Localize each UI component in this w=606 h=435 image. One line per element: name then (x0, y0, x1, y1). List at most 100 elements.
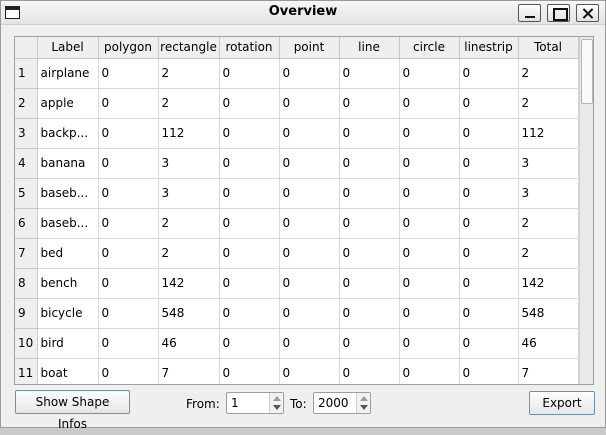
cell-rectangle[interactable]: 112 (158, 118, 220, 149)
cell-label[interactable]: boat (37, 358, 99, 384)
column-header[interactable]: Total (518, 37, 579, 59)
cell-point[interactable]: 0 (279, 298, 340, 329)
column-header[interactable]: line (339, 37, 400, 59)
cell-rotation[interactable]: 0 (219, 298, 280, 329)
cell-total[interactable]: 46 (518, 328, 579, 359)
row-number[interactable]: 2 (15, 88, 38, 119)
cell-linestrip[interactable]: 0 (459, 118, 519, 149)
cell-polygon[interactable]: 0 (98, 268, 159, 299)
cell-rectangle[interactable]: 2 (158, 208, 220, 239)
cell-total[interactable]: 3 (518, 148, 579, 179)
cell-linestrip[interactable]: 0 (459, 208, 519, 239)
table-row[interactable]: 10 bird 0 46 0 0 0 0 0 46 (15, 328, 579, 359)
cell-line[interactable]: 0 (339, 268, 400, 299)
column-header[interactable]: polygon (98, 37, 159, 59)
vertical-scrollbar[interactable] (579, 37, 593, 384)
cell-line[interactable]: 0 (339, 328, 400, 359)
cell-label[interactable]: baseb... (37, 208, 99, 239)
cell-label[interactable]: bird (37, 328, 99, 359)
row-number[interactable]: 6 (15, 208, 38, 239)
from-spin-arrows[interactable] (269, 393, 283, 413)
cell-point[interactable]: 0 (279, 178, 340, 209)
cell-line[interactable]: 0 (339, 88, 400, 119)
cell-label[interactable]: airplane (37, 58, 99, 89)
cell-polygon[interactable]: 0 (98, 88, 159, 119)
cell-point[interactable]: 0 (279, 88, 340, 119)
cell-circle[interactable]: 0 (399, 328, 460, 359)
cell-linestrip[interactable]: 0 (459, 88, 519, 119)
cell-linestrip[interactable]: 0 (459, 178, 519, 209)
cell-rotation[interactable]: 0 (219, 268, 280, 299)
column-header[interactable]: point (279, 37, 340, 59)
cell-label[interactable]: banana (37, 148, 99, 179)
cell-rectangle[interactable]: 46 (158, 328, 220, 359)
cell-polygon[interactable]: 0 (98, 358, 159, 384)
cell-point[interactable]: 0 (279, 118, 340, 149)
spin-up-icon[interactable] (273, 396, 281, 401)
cell-linestrip[interactable]: 0 (459, 238, 519, 269)
cell-rectangle[interactable]: 3 (158, 148, 220, 179)
to-spin-arrows[interactable] (356, 393, 370, 413)
cell-rotation[interactable]: 0 (219, 118, 280, 149)
table-row[interactable]: 4 banana 0 3 0 0 0 0 0 3 (15, 148, 579, 179)
cell-total[interactable]: 2 (518, 208, 579, 239)
cell-rectangle[interactable]: 548 (158, 298, 220, 329)
cell-point[interactable]: 0 (279, 208, 340, 239)
to-spinbox[interactable]: 2000 (313, 392, 371, 414)
table-row[interactable]: 6 baseb... 0 2 0 0 0 0 0 2 (15, 208, 579, 239)
cell-circle[interactable]: 0 (399, 208, 460, 239)
spin-up-icon[interactable] (360, 396, 368, 401)
table-row[interactable]: 5 baseb... 0 3 0 0 0 0 0 3 (15, 178, 579, 209)
cell-line[interactable]: 0 (339, 178, 400, 209)
from-spinbox[interactable]: 1 (226, 392, 284, 414)
cell-rectangle[interactable]: 142 (158, 268, 220, 299)
cell-rectangle[interactable]: 7 (158, 358, 220, 384)
cell-line[interactable]: 0 (339, 58, 400, 89)
column-header[interactable]: rotation (219, 37, 280, 59)
cell-total[interactable]: 142 (518, 268, 579, 299)
cell-total[interactable]: 2 (518, 58, 579, 89)
cell-line[interactable]: 0 (339, 238, 400, 269)
cell-line[interactable]: 0 (339, 148, 400, 179)
cell-linestrip[interactable]: 0 (459, 268, 519, 299)
cell-linestrip[interactable]: 0 (459, 358, 519, 384)
cell-point[interactable]: 0 (279, 268, 340, 299)
cell-polygon[interactable]: 0 (98, 298, 159, 329)
cell-label[interactable]: bed (37, 238, 99, 269)
table-row[interactable]: 9 bicycle 0 548 0 0 0 0 0 548 (15, 298, 579, 329)
row-number[interactable]: 1 (15, 58, 38, 89)
cell-circle[interactable]: 0 (399, 118, 460, 149)
table-row[interactable]: 1 airplane 0 2 0 0 0 0 0 2 (15, 58, 579, 89)
cell-polygon[interactable]: 0 (98, 148, 159, 179)
cell-polygon[interactable]: 0 (98, 238, 159, 269)
cell-line[interactable]: 0 (339, 118, 400, 149)
table-row[interactable]: 11 boat 0 7 0 0 0 0 0 7 (15, 358, 579, 384)
show-shape-infos-button[interactable]: Show Shape Infos (15, 390, 130, 431)
cell-point[interactable]: 0 (279, 328, 340, 359)
maximize-button[interactable] (547, 4, 570, 22)
row-number[interactable]: 10 (15, 328, 38, 359)
cell-rotation[interactable]: 0 (219, 328, 280, 359)
cell-polygon[interactable]: 0 (98, 178, 159, 209)
cell-rotation[interactable]: 0 (219, 358, 280, 384)
cell-linestrip[interactable]: 0 (459, 298, 519, 329)
scrollbar-thumb[interactable] (581, 39, 593, 104)
cell-rotation[interactable]: 0 (219, 88, 280, 119)
table-row[interactable]: 7 bed 0 2 0 0 0 0 0 2 (15, 238, 579, 269)
table-row[interactable]: 8 bench 0 142 0 0 0 0 0 142 (15, 268, 579, 299)
cell-circle[interactable]: 0 (399, 148, 460, 179)
cell-total[interactable]: 2 (518, 88, 579, 119)
cell-polygon[interactable]: 0 (98, 118, 159, 149)
cell-line[interactable]: 0 (339, 208, 400, 239)
cell-rectangle[interactable]: 2 (158, 58, 220, 89)
table-row[interactable]: 3 backp... 0 112 0 0 0 0 0 112 (15, 118, 579, 149)
row-number[interactable]: 8 (15, 268, 38, 299)
cell-circle[interactable]: 0 (399, 58, 460, 89)
minimize-button[interactable] (518, 4, 541, 22)
cell-rectangle[interactable]: 3 (158, 178, 220, 209)
cell-circle[interactable]: 0 (399, 268, 460, 299)
row-number[interactable]: 5 (15, 178, 38, 209)
cell-circle[interactable]: 0 (399, 88, 460, 119)
from-value[interactable]: 1 (231, 396, 239, 410)
cell-total[interactable]: 3 (518, 178, 579, 209)
